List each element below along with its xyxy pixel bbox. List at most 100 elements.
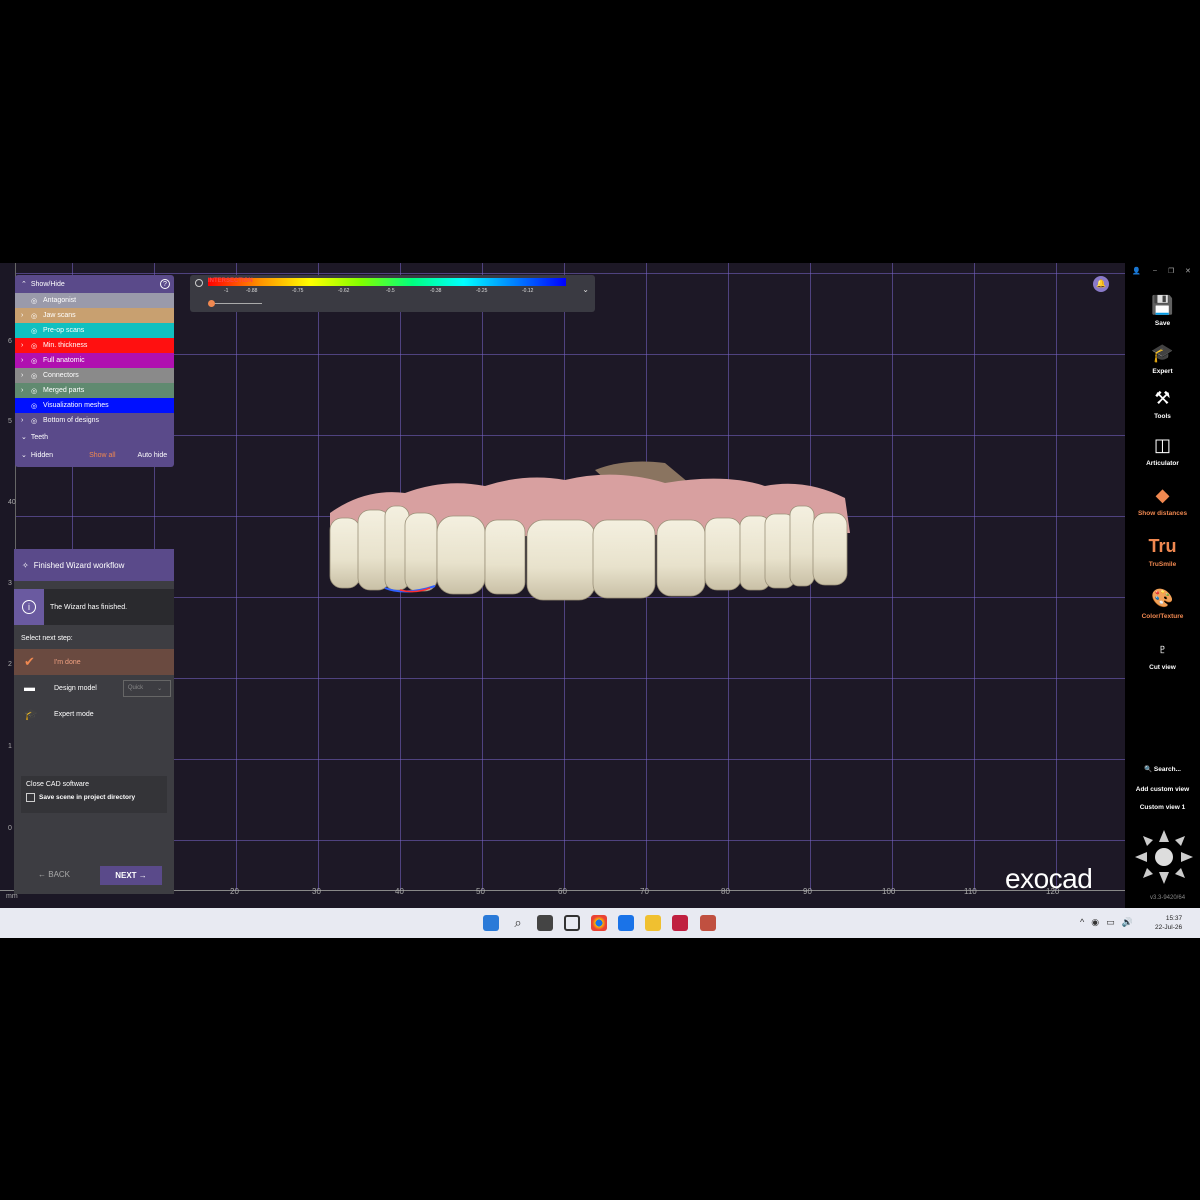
tools-button[interactable]: ⚒ Tools: [1125, 388, 1200, 420]
layer-row[interactable]: › ◎ Jaw scans: [15, 308, 174, 323]
view-left-arrow[interactable]: [1135, 852, 1147, 862]
chevron-right-icon[interactable]: ›: [21, 357, 27, 364]
checkbox[interactable]: [26, 793, 35, 802]
exocad-app-icon[interactable]: [672, 915, 688, 931]
shield-icon[interactable]: ◉: [1091, 917, 1099, 928]
cad-app-icon[interactable]: [700, 915, 716, 931]
chevron-up-icon[interactable]: ^: [1080, 917, 1084, 928]
eye-icon[interactable]: ◎: [31, 372, 39, 380]
layer-label: Min. thickness: [43, 342, 88, 349]
chevron-right-icon[interactable]: ›: [21, 342, 27, 349]
view-navigator[interactable]: [1133, 826, 1195, 888]
save-scene-checkbox[interactable]: Save scene in project directory: [26, 793, 162, 802]
checkmark-icon: ✔: [24, 654, 35, 669]
back-button[interactable]: ← BACK: [38, 870, 70, 879]
save-button[interactable]: 💾 Save: [1125, 295, 1200, 327]
add-custom-view-button[interactable]: Add custom view: [1125, 786, 1200, 793]
chevron-right-icon[interactable]: ›: [21, 417, 27, 424]
file-explorer-icon[interactable]: [645, 915, 661, 931]
custom-view-1-button[interactable]: Custom view 1: [1125, 804, 1200, 811]
show-all-button[interactable]: Show all: [89, 452, 115, 459]
view-topleft-arrow[interactable]: [1143, 836, 1153, 846]
view-bottom-arrow[interactable]: [1159, 872, 1169, 884]
clock[interactable]: 15:37 22-Jul-26: [1155, 914, 1182, 932]
wizard-header: ✧ Finished Wizard workflow: [14, 549, 174, 581]
chevron-down-icon: ⌄: [157, 685, 163, 692]
app-icon[interactable]: [618, 915, 634, 931]
task-view-icon[interactable]: [537, 915, 553, 931]
windows-start-icon[interactable]: [483, 915, 499, 931]
design-model-mode-select[interactable]: Quick ⌄: [122, 679, 171, 697]
scale-tick: -0.5: [386, 288, 395, 294]
chevron-down-icon[interactable]: ⌄: [582, 285, 589, 294]
eye-icon[interactable]: ◎: [31, 417, 39, 425]
head-icon[interactable]: [1155, 848, 1173, 866]
chevron-down-icon[interactable]: ⌄: [21, 451, 27, 459]
restore-icon[interactable]: ❐: [1168, 267, 1174, 275]
eye-icon[interactable]: ◎: [31, 387, 39, 395]
layer-row[interactable]: ◎ Antagonist: [15, 293, 174, 308]
trusmile-icon: Tru: [1148, 536, 1177, 556]
save-label: Save: [1154, 320, 1171, 327]
layer-label: Antagonist: [43, 297, 77, 304]
chevron-right-icon[interactable]: ›: [21, 312, 27, 319]
show-hide-title: Show/Hide: [30, 280, 65, 288]
ruler-tick: 100: [882, 887, 896, 896]
help-icon[interactable]: ?: [160, 279, 170, 289]
layer-row[interactable]: ◎ Visualization meshes: [15, 398, 174, 413]
layer-row[interactable]: ◎ Pre-op scans: [15, 323, 174, 338]
view-bottomright-arrow[interactable]: [1175, 868, 1185, 878]
dental-model-3d[interactable]: [325, 458, 855, 603]
search-button[interactable]: 🔍 Search...: [1125, 765, 1200, 773]
show-hide-header[interactable]: ⌃ Show/Hide: [15, 275, 174, 293]
articulator-button[interactable]: ◫ Articulator: [1125, 435, 1200, 467]
eye-icon[interactable]: ◎: [31, 297, 39, 305]
next-button[interactable]: NEXT →: [100, 866, 162, 885]
layer-row[interactable]: › ◎ Bottom of designs: [15, 413, 174, 428]
layer-row[interactable]: › ◎ Connectors: [15, 368, 174, 383]
view-right-arrow[interactable]: [1181, 852, 1193, 862]
view-topright-arrow[interactable]: [1175, 836, 1185, 846]
auto-hide-button[interactable]: Auto hide: [138, 452, 168, 459]
chrome-icon[interactable]: [591, 915, 607, 931]
network-icon[interactable]: ▭: [1106, 917, 1115, 928]
expert-button[interactable]: 🎓 Expert: [1125, 343, 1200, 375]
eye-icon[interactable]: ◎: [31, 357, 39, 365]
graduation-cap-icon: 🎓: [24, 708, 38, 721]
eye-icon[interactable]: ◎: [31, 312, 39, 320]
threshold-slider-track[interactable]: [210, 303, 262, 304]
volume-icon[interactable]: 🔊: [1122, 917, 1133, 928]
view-top-arrow[interactable]: [1159, 830, 1169, 842]
eye-icon[interactable]: ◎: [31, 402, 39, 410]
eye-icon[interactable]: ◎: [31, 327, 39, 335]
ruler-tick: 110: [964, 887, 977, 896]
option-im-done[interactable]: ✔ I'm done: [14, 649, 174, 675]
trusmile-button[interactable]: Tru TruSmile: [1125, 536, 1200, 568]
bell-icon[interactable]: 🔔: [1093, 276, 1109, 292]
show-distances-button[interactable]: ◆ Show distances: [1125, 485, 1200, 517]
clock-time: 15:37: [1165, 915, 1183, 922]
layer-row[interactable]: › ◎ Merged parts: [15, 383, 174, 398]
threshold-slider-handle[interactable]: [208, 300, 215, 307]
gauge-icon[interactable]: [195, 279, 203, 287]
option-expert-mode[interactable]: 🎓 Expert mode: [14, 701, 174, 727]
wizard-info-text: The Wizard has finished.: [50, 603, 128, 611]
minimize-icon[interactable]: –: [1153, 267, 1157, 274]
chevron-right-icon[interactable]: ›: [21, 372, 27, 379]
close-icon[interactable]: ✕: [1185, 267, 1191, 275]
option-design-model[interactable]: ▬ Design model Quick ⌄: [14, 675, 174, 701]
exocad-logo: exocad: [1005, 863, 1093, 894]
snipping-tool-icon[interactable]: [564, 915, 580, 931]
chevron-right-icon[interactable]: ›: [21, 387, 27, 394]
user-icon[interactable]: 👤: [1132, 267, 1141, 275]
search-icon[interactable]: ⌕: [510, 915, 526, 931]
cut-view-button[interactable]: ♇ Cut view: [1125, 639, 1200, 671]
layer-row[interactable]: › ◎ Full anatomic: [15, 353, 174, 368]
magic-wand-icon: ✧: [22, 560, 29, 570]
teeth-group[interactable]: ⌄ Teeth: [15, 428, 174, 446]
option-label: I'm done: [54, 658, 81, 666]
view-bottomleft-arrow[interactable]: [1143, 868, 1153, 878]
eye-icon[interactable]: ◎: [31, 342, 39, 350]
color-texture-button[interactable]: 🎨 Color/Texture: [1125, 588, 1200, 620]
layer-row[interactable]: › ◎ Min. thickness: [15, 338, 174, 353]
